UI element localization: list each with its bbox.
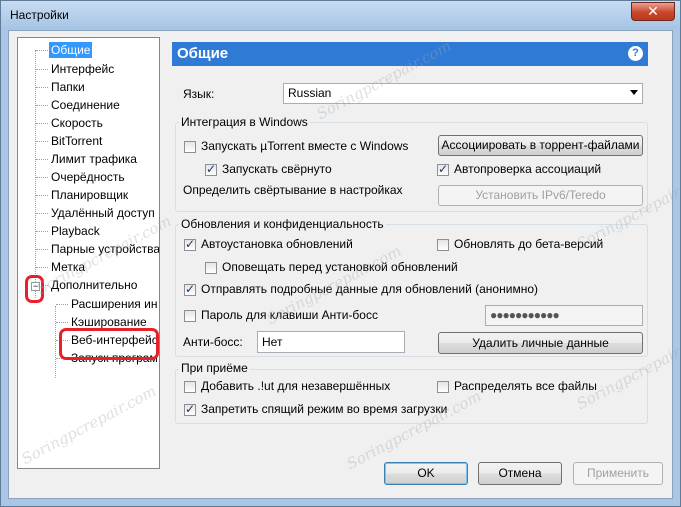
auto-install-checkbox[interactable] [184,237,196,251]
tree-item-bittorrent[interactable]: BitTorrent [49,133,104,149]
tree-line [36,195,48,196]
distribute-files-checkbox[interactable] [437,381,449,393]
title-bar[interactable]: Настройки ✕ [1,1,680,29]
window-title: Настройки [10,8,69,22]
delete-personal-data-button[interactable]: Удалить личные данные [438,332,643,354]
add-ut-checkbox[interactable] [184,381,196,393]
tree-line [36,231,48,232]
tree-item-extensions[interactable]: Расширения ин [69,296,159,312]
close-button[interactable]: ✕ [631,2,675,21]
chevron-down-icon [630,90,638,95]
close-icon: ✕ [647,3,659,19]
windows-integration-title: Интеграция в Windows [179,115,310,129]
beta-updates-checkbox[interactable] [437,239,449,251]
tree-line [36,50,48,51]
tree-item-traffic-limit[interactable]: Лимит трафика [49,151,139,167]
updates-title: Обновления и конфиденциальность [179,217,386,231]
page-title: Общие [177,45,229,62]
tree-item-connection[interactable]: Соединение [49,97,122,113]
tree-line [36,141,48,142]
tree-line [36,249,48,250]
minimize-hint: Определить свёртывание в настройках [183,183,403,197]
boss-password-checkbox[interactable] [184,310,196,322]
tree-line [36,123,48,124]
start-minimized-label: Запускать свёрнуто [222,162,332,176]
tree-item-general[interactable]: Общие [49,42,93,58]
tree-item-interface[interactable]: Интерфейс [49,61,116,77]
prevent-sleep-checkbox[interactable] [184,402,196,416]
notify-before-checkbox[interactable] [205,262,217,274]
language-value: Russian [288,86,332,100]
language-label: Язык: [183,87,215,101]
tree-line [56,322,68,323]
send-data-checkbox[interactable] [184,282,196,296]
tree-line [36,69,48,70]
tree-line [36,105,48,106]
start-minimized-checkbox[interactable] [205,162,217,176]
auto-check-assoc-label: Автопроверка ассоциаций [454,162,602,176]
tree-item-queueing[interactable]: Очерёдность [49,169,127,185]
boss-key-label: Анти-босс: [183,335,243,349]
ok-button[interactable]: OK [384,462,468,485]
highlight-web-ui [59,328,159,360]
install-ipv6-button[interactable]: Установить IPv6/Teredo [438,185,643,206]
help-icon[interactable]: ? [628,46,643,61]
send-data-label: Отправлять подробные данные для обновлен… [201,282,538,296]
auto-check-assoc-checkbox[interactable] [437,162,449,176]
tree-item-folders[interactable]: Папки [49,79,87,95]
add-ut-label: Добавить .!ut для незавершённых [201,379,391,393]
start-with-windows-label: Запускать µTorrent вместе с Windows [201,139,409,153]
prevent-sleep-label: Запретить спящий режим во время загрузки [201,402,448,416]
tree-item-playback[interactable]: Playback [49,223,102,239]
apply-button[interactable]: Применить [573,462,663,485]
dialog-client: Общие Интерфейс Папки Соединение Скорост… [8,30,681,499]
boss-key-field[interactable]: Нет [257,331,405,353]
associate-torrent-button[interactable]: Ассоциировать в торрент-файлами [438,135,643,156]
tree-item-scheduler[interactable]: Планировщик [49,187,130,203]
tree-item-remote-access[interactable]: Удалённый доступ [49,205,157,221]
boss-password-field[interactable]: ●●●●●●●●●●● [485,305,643,326]
auto-install-label: Автоустановка обновлений [201,237,353,251]
tree-item-speed[interactable]: Скорость [49,115,105,131]
tree-line [56,304,68,305]
tree-line [36,87,48,88]
on-receive-title: При приёме [179,361,250,375]
cancel-button[interactable]: Отмена [478,462,562,485]
settings-window: Настройки ✕ Общие Интерфейс Папки Соедин… [0,0,681,507]
tree-line [36,213,48,214]
tree-line [36,177,48,178]
tree-line [36,267,48,268]
start-with-windows-checkbox[interactable] [184,141,196,153]
tree-line [36,159,48,160]
tree-line [55,306,56,378]
